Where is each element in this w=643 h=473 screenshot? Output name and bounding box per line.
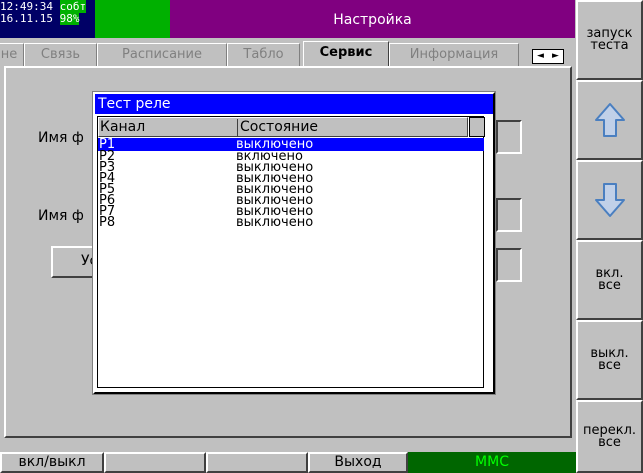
tab-service[interactable]: Сервис: [303, 41, 389, 66]
all-off-button[interactable]: выкл. все: [576, 320, 643, 400]
all-off-label: выкл. все: [590, 346, 629, 373]
header-end-cell: [469, 117, 485, 137]
list-header: Канал Состояние: [98, 117, 485, 137]
filename-label-2: Имя ф: [38, 208, 84, 224]
relay-list: Канал Состояние P1 выключено P2 включено…: [97, 116, 485, 388]
status-block: 12:49:34 сoбт 16.11.15 98%: [0, 0, 95, 38]
relay-channel: P8: [99, 215, 116, 230]
dialog-title: Тест реле: [95, 94, 493, 114]
exit-button[interactable]: Выход: [308, 452, 408, 473]
mmc-indicator: MMC: [408, 452, 576, 473]
page-title: Настройка: [333, 12, 412, 28]
tab-scroll-left-icon[interactable]: ◄: [533, 50, 548, 63]
tab-scroll-arrows[interactable]: ◄ ►: [532, 49, 564, 64]
tab-display[interactable]: Табло: [227, 43, 300, 66]
tab-scroll-right-icon[interactable]: ►: [548, 50, 563, 63]
toggle-all-label: перекл. все: [582, 422, 637, 450]
tab-connection[interactable]: Связь: [24, 43, 97, 66]
title-bar: Настройка: [95, 0, 575, 38]
tab-bar: не Связь Расписание Табло Сервис Информа…: [0, 40, 575, 66]
tab-schedule[interactable]: Расписание: [97, 43, 227, 66]
scroll-up-button[interactable]: [576, 80, 643, 160]
column-channel[interactable]: Канал: [100, 119, 145, 135]
up-arrow-icon: [594, 103, 625, 137]
relay-state: выключено: [236, 215, 314, 230]
function-button-3[interactable]: [206, 452, 308, 473]
down-arrow-icon: [594, 183, 625, 217]
function-button-2[interactable]: [104, 452, 206, 473]
filename-field-1[interactable]: [496, 120, 522, 154]
all-on-button[interactable]: вкл. все: [576, 240, 643, 320]
tab-information[interactable]: Информация: [389, 43, 519, 66]
column-state[interactable]: Состояние: [237, 119, 469, 137]
tab-partial[interactable]: не: [0, 43, 24, 66]
title-indicator: [95, 0, 170, 38]
field-3[interactable]: [496, 248, 522, 282]
relay-test-dialog: Тест реле Канал Состояние P1 выключено P…: [92, 91, 496, 395]
filename-label-1: Имя ф: [38, 130, 84, 146]
status-date: 16.11.15: [0, 12, 53, 25]
filename-field-2[interactable]: [496, 198, 522, 232]
all-on-label: вкл. все: [595, 266, 624, 293]
list-item[interactable]: P8 выключено: [98, 215, 484, 230]
start-test-button[interactable]: запуск теста: [576, 0, 643, 80]
toggle-all-button[interactable]: перекл. все: [576, 400, 643, 473]
start-test-label: запуск теста: [586, 26, 633, 53]
on-off-button[interactable]: вкл/выкл: [0, 452, 104, 473]
scroll-down-button[interactable]: [576, 160, 643, 240]
status-battery: 98%: [59, 12, 80, 25]
